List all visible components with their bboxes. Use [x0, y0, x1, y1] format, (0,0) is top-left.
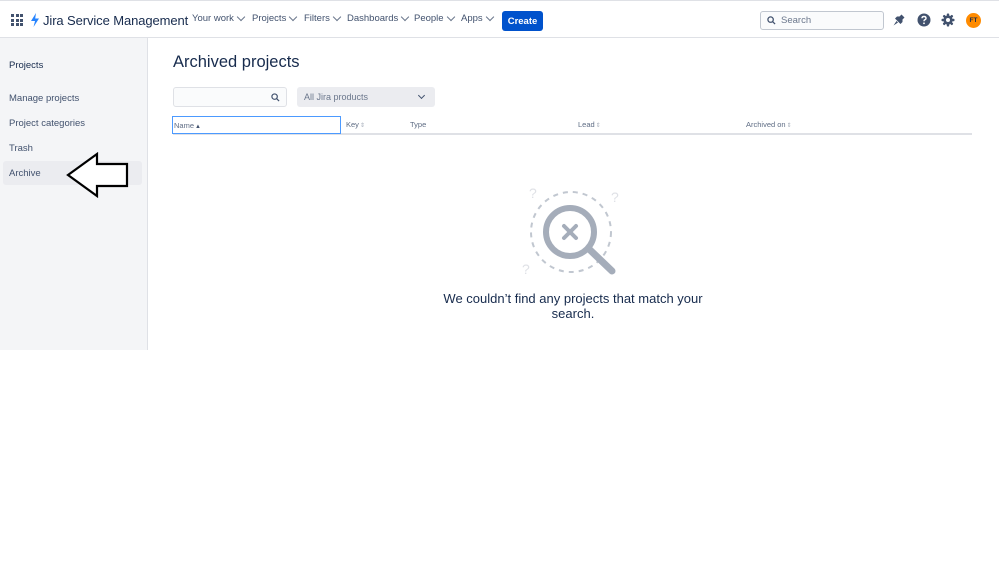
product-name: Jira Service Management: [43, 12, 189, 28]
sort-icon: ⇕: [359, 123, 365, 129]
nav-filters-label: Filters: [304, 13, 330, 24]
sidebar-heading: Projects: [9, 60, 44, 71]
chevron-down-icon: [485, 12, 494, 22]
column-header-lead[interactable]: Lead⇕: [578, 120, 601, 129]
nav-people-label: People: [414, 13, 444, 24]
nav-projects-label: Projects: [252, 13, 287, 24]
column-header-label: Lead: [578, 120, 595, 129]
left-arrow-annotation-icon: [66, 152, 129, 198]
nav-your-work[interactable]: Your work: [192, 12, 246, 24]
svg-text:?: ?: [611, 189, 619, 205]
chevron-down-icon: [332, 12, 342, 22]
user-avatar[interactable]: FT: [966, 13, 981, 28]
chevron-down-icon: [446, 12, 455, 22]
nav-apps-label: Apps: [461, 13, 483, 24]
sidebar-item-label: Trash: [9, 142, 33, 154]
nav-dashboards[interactable]: Dashboards: [347, 12, 410, 24]
search-icon: [767, 16, 776, 25]
product-filter-select[interactable]: All Jira products: [297, 87, 435, 107]
sidebar-item-label: Manage projects: [9, 92, 80, 104]
help-icon[interactable]: [917, 13, 931, 27]
app-switcher-icon[interactable]: [11, 14, 23, 26]
product-logo[interactable]: Jira Service Management: [30, 11, 188, 29]
chevron-down-icon: [289, 12, 298, 22]
nav-your-work-label: Your work: [192, 13, 234, 24]
sort-ascending-icon: ▲: [195, 124, 201, 130]
settings-gear-icon[interactable]: [941, 13, 955, 27]
sidebar-item-label: Project categories: [9, 117, 86, 129]
column-header-name[interactable]: Name▲: [172, 116, 341, 134]
column-header-label: Type: [410, 120, 427, 129]
nav-filters[interactable]: Filters: [304, 12, 342, 24]
svg-text:?: ?: [522, 261, 530, 277]
nav-apps[interactable]: Apps: [461, 12, 494, 24]
chevron-down-icon: [236, 12, 246, 22]
svg-text:?: ?: [529, 185, 537, 201]
search-placeholder: Search: [781, 15, 812, 26]
sidebar-item-project-categories[interactable]: Project categories: [3, 111, 142, 135]
empty-search-illustration-icon: ? ? ?: [522, 185, 619, 277]
column-header-key[interactable]: Key⇕: [346, 120, 365, 129]
project-search-input[interactable]: [173, 87, 287, 107]
sort-icon: ⇕: [786, 123, 792, 129]
chevron-down-icon: [417, 91, 426, 100]
global-search-input[interactable]: Search: [760, 11, 884, 30]
lightning-logo-icon: [31, 13, 39, 27]
column-header-label: Key: [346, 120, 359, 129]
page-title: Archived projects: [173, 53, 300, 71]
column-header-label: Name: [174, 121, 195, 130]
table-header: Name▲ Key⇕ Type Lead⇕ Archived on⇕: [172, 116, 972, 135]
chevron-down-icon: [400, 12, 410, 22]
column-header-label: Archived on: [746, 120, 786, 129]
top-navigation: Jira Service Management Your work Projec…: [0, 0, 999, 38]
column-header-archived-on[interactable]: Archived on⇕: [746, 120, 792, 129]
nav-dashboards-label: Dashboards: [347, 13, 399, 24]
column-header-type: Type: [410, 120, 426, 129]
empty-state-message: We couldn’t find any projects that match…: [443, 291, 703, 321]
create-button[interactable]: Create: [502, 11, 543, 31]
nav-people[interactable]: People: [414, 12, 455, 24]
sidebar-item-manage-projects[interactable]: Manage projects: [3, 86, 142, 110]
notifications-icon[interactable]: [892, 13, 906, 27]
sidebar-item-label: Archive: [9, 167, 41, 179]
product-filter-value: All Jira products: [304, 92, 369, 102]
nav-projects[interactable]: Projects: [252, 12, 298, 24]
sort-icon: ⇕: [595, 123, 601, 129]
search-icon: [271, 93, 280, 102]
